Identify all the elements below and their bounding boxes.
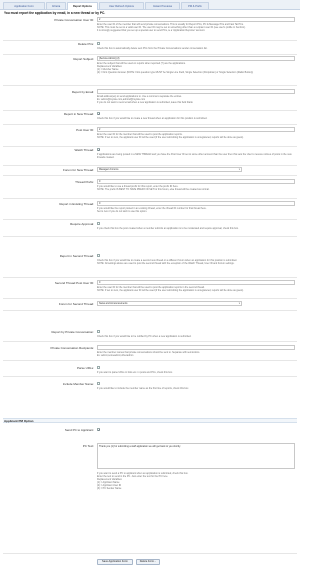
report-existing-thread-help: If you would like the report posted in a… [97, 207, 207, 213]
watch-thread-help: If applications are being posted in a NE… [97, 153, 292, 159]
delete-pcs-label: Delete PCs: [77, 42, 94, 46]
tab-bar: Application Form Criteria Report Options… [0, 0, 300, 10]
divider [3, 198, 297, 199]
forum-second-thread-label: Forum for Second Thread: [58, 302, 94, 306]
report-new-thread-checkbox[interactable]: ✓ [97, 112, 101, 116]
require-approval-checkbox[interactable] [97, 222, 100, 225]
report-second-thread-help: Check this box if you would like to crea… [97, 259, 238, 265]
watch-thread-checkbox[interactable]: ✓ [97, 148, 101, 152]
thread-prefix-label: Thread Prefix: [75, 180, 94, 184]
thread-prefix-input[interactable]: 0 [97, 179, 295, 184]
divider [3, 236, 297, 237]
tab-pm-prefix[interactable]: PM & Prefix [181, 2, 209, 9]
report-private-conv-label: Report by Private Conversation: [51, 330, 94, 334]
report-subject-input[interactable]: {Service Admin} {2} [97, 56, 295, 61]
applicant-pm-section-header: Applicant PM Option [3, 418, 297, 423]
parse-urls-label: Parse URLs: [76, 366, 94, 370]
divider [3, 124, 297, 125]
forum-second-thread-select[interactable]: News and Announcements ▾ [97, 301, 242, 306]
divider [3, 175, 297, 176]
divider [3, 360, 297, 361]
divider [3, 85, 297, 86]
pc-text-textarea[interactable]: Thank you {1} for submitting a staff app… [97, 443, 295, 469]
include-member-name-help: If you would like to include the member … [97, 387, 189, 390]
tab-application-form[interactable]: Application Form [3, 2, 45, 9]
save-application-form-button[interactable]: Save Application Form [97, 559, 133, 565]
divider [3, 376, 297, 377]
report-subject-help: Enter the subject that will be used on r… [97, 62, 254, 74]
parse-urls-help: If you want to parse URLs in links etc. … [97, 371, 173, 374]
page-instructions: You must report the application by email… [4, 11, 106, 15]
divider [3, 341, 297, 342]
private-conv-recipients-label: Private Conversation Recipients: [50, 346, 94, 350]
tab-user-refresh-options[interactable]: User Refresh Options [99, 2, 144, 9]
send-pc-applicant-label: Send PC to Applicant: [64, 428, 94, 432]
require-approval-help: If you check this box the post created w… [97, 227, 239, 230]
tab-report-options[interactable]: Report Options [67, 2, 98, 10]
second-thread-user-help: Enter the user ID for the member that wi… [97, 286, 244, 292]
delete-pcs-help: Check this box to automatically delete s… [97, 47, 208, 50]
chevron-down-icon: ▾ [238, 168, 240, 171]
report-email-help: Email address(es) to send applications t… [97, 95, 194, 104]
report-email-label: Report by Email: [71, 90, 94, 94]
divider [3, 40, 297, 41]
include-member-name-label: Include Member Name: [62, 382, 94, 386]
divider [3, 310, 297, 311]
report-private-conv-help: Check this box if you would like to be n… [97, 335, 192, 338]
second-thread-user-label: Second Thread Post User ID: [54, 281, 94, 285]
parse-urls-checkbox[interactable] [97, 366, 100, 369]
divider [3, 219, 297, 220]
include-member-name-checkbox[interactable] [97, 382, 100, 385]
divider [3, 54, 297, 55]
tab-criteria[interactable]: Criteria [46, 2, 66, 9]
report-subject-label: Report Subject: [73, 57, 94, 61]
divider [3, 165, 297, 166]
chevron-down-icon: ▾ [238, 302, 240, 305]
pc-text-label: PC Text: [82, 444, 94, 448]
report-new-thread-help: Check this box if you would like to crea… [97, 117, 208, 120]
send-pc-applicant-checkbox[interactable]: ✓ [97, 428, 101, 432]
report-existing-thread-input[interactable]: 0 [97, 201, 295, 206]
forum-new-thread-value: Managers Forums [99, 168, 119, 171]
private-conv-recipients-help: Enter the member names that private conv… [97, 351, 200, 357]
post-user-id-input[interactable]: 2 [97, 127, 295, 132]
tab-instant-previews[interactable]: Instant Previews [145, 2, 180, 9]
private-conv-user-input[interactable]: 2 [97, 17, 295, 22]
second-thread-user-input[interactable]: 0 [97, 280, 295, 285]
require-approval-label: Require Approval: [70, 222, 94, 226]
pc-text-help: If you want to send a PC to applicant wh… [97, 472, 189, 490]
delete-form-button[interactable]: Delete Form... [136, 559, 160, 565]
report-email-input[interactable] [97, 89, 295, 94]
watch-thread-label: Watch Thread: [74, 148, 94, 152]
private-conv-user-label: Private Conversation User ID: [54, 18, 94, 22]
divider [3, 277, 297, 278]
report-second-thread-label: Report in Second Thread: [59, 254, 94, 258]
thread-prefix-help: If you would like to use a thread prefix… [97, 185, 210, 191]
divider [3, 146, 297, 147]
private-conv-user-help: Enter the user ID of the member that wil… [97, 23, 246, 32]
divider [3, 553, 297, 554]
report-second-thread-checkbox[interactable] [97, 254, 100, 257]
report-new-thread-label: Report in New Thread: [63, 112, 94, 116]
divider [3, 298, 297, 299]
forum-new-thread-label: Forum for New Thread: [63, 168, 94, 172]
post-user-id-help: Enter the user ID for the member that wi… [97, 133, 244, 139]
forum-new-thread-select[interactable]: Managers Forums ▾ [97, 167, 242, 172]
private-conv-recipients-input[interactable] [97, 345, 295, 350]
post-user-id-label: Post User ID: [76, 128, 94, 132]
report-existing-thread-label: Report in Existing Thread: [59, 202, 94, 206]
report-private-conv-checkbox[interactable] [97, 330, 100, 333]
divider [3, 110, 297, 111]
forum-second-thread-value: News and Announcements [99, 302, 128, 305]
delete-pcs-checkbox[interactable] [97, 42, 100, 45]
